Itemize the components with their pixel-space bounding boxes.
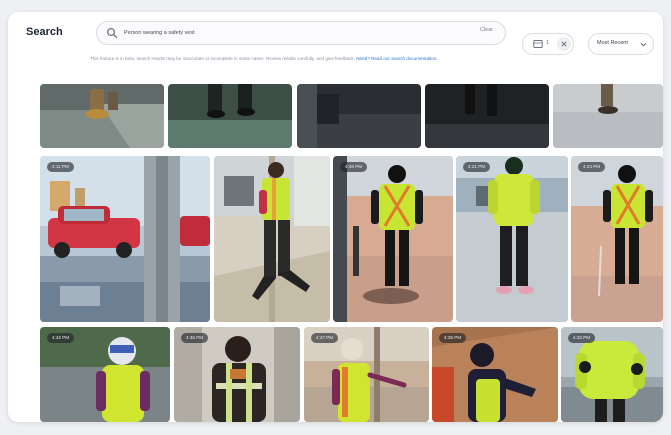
result-thumbnail[interactable] xyxy=(214,156,330,322)
timestamp-badge: 4:39 PM xyxy=(439,333,467,343)
search-icon xyxy=(106,27,118,39)
close-icon xyxy=(561,41,567,47)
result-thumbnail[interactable]: 4:33 PM xyxy=(561,327,663,422)
image-filter-chip[interactable]: 1 xyxy=(522,33,574,55)
chevron-down-icon xyxy=(640,42,647,47)
result-thumbnail[interactable] xyxy=(168,84,292,148)
image-icon xyxy=(533,40,543,48)
result-thumbnail[interactable]: 4:45 PM xyxy=(174,327,300,422)
result-thumbnail[interactable]: 4:47 PM xyxy=(304,327,429,422)
timestamp-badge: 4:11 PM xyxy=(47,162,74,172)
timestamp-badge: 4:45 PM xyxy=(181,333,209,343)
search-input[interactable] xyxy=(124,25,444,41)
result-thumbnail[interactable] xyxy=(297,84,421,148)
timestamp-badge: 4:33 PM xyxy=(568,333,596,343)
timestamp-badge: 4:42 PM xyxy=(47,333,75,343)
filter-count: 1 xyxy=(546,40,550,46)
sort-selected: Most Recent xyxy=(597,40,628,46)
timestamp-badge: 4:47 PM xyxy=(311,333,339,343)
result-thumbnail[interactable]: 4:39 PM xyxy=(432,327,558,422)
search-panel: Search Clear 1 Most Recent xyxy=(8,12,663,422)
timestamp-badge: 4:24 PM xyxy=(578,162,606,172)
result-thumbnail[interactable]: 4:24 PM xyxy=(571,156,663,322)
result-thumbnail[interactable]: 4:21 PM xyxy=(456,156,568,322)
clear-button[interactable]: Clear xyxy=(480,27,493,33)
timestamp-badge: 4:21 PM xyxy=(463,162,491,172)
result-thumbnail[interactable] xyxy=(425,84,549,148)
page-title: Search xyxy=(26,26,63,38)
result-thumbnail[interactable]: 4:42 PM xyxy=(40,327,170,422)
sort-dropdown[interactable]: Most Recent xyxy=(588,33,654,55)
beta-notice: This feature is in beta, search results … xyxy=(90,56,438,61)
search-box[interactable]: Clear xyxy=(96,21,506,45)
result-thumbnail[interactable] xyxy=(553,84,663,148)
result-thumbnail[interactable]: 4:11 PM xyxy=(40,156,210,322)
search-header: Search Clear 1 Most Recent xyxy=(8,12,663,78)
result-thumbnail[interactable]: 4:46 PM xyxy=(333,156,453,322)
remove-filter-button[interactable] xyxy=(557,37,571,51)
result-thumbnail[interactable] xyxy=(40,84,164,148)
timestamp-badge: 4:46 PM xyxy=(340,162,368,172)
beta-notice-text: This feature is in beta, search results … xyxy=(90,56,357,61)
search-docs-link[interactable]: Need? Read our search documentation. xyxy=(356,56,437,61)
